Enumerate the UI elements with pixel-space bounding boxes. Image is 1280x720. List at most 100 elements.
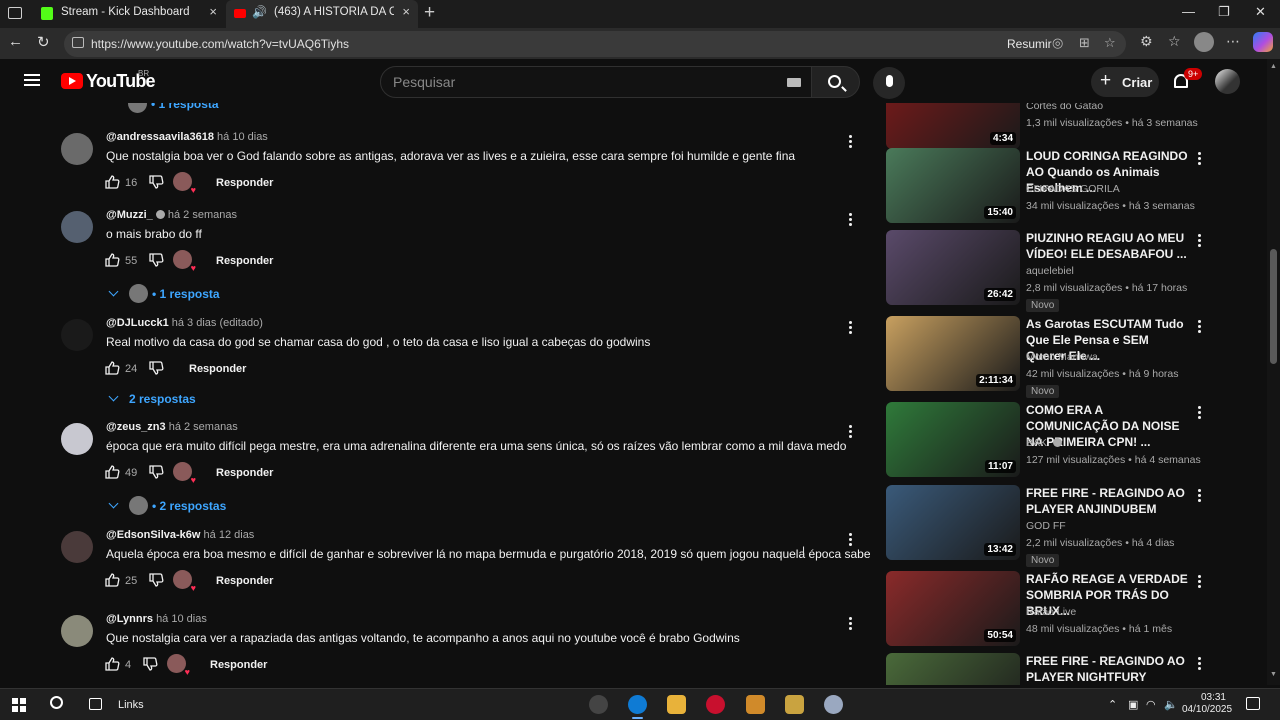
start-icon[interactable] (12, 698, 26, 712)
video-thumbnail[interactable]: 50:54 (886, 571, 1020, 646)
reply-button[interactable]: Responder (216, 575, 273, 587)
video-menu-icon[interactable] (1198, 489, 1201, 504)
comment-menu-icon[interactable] (845, 135, 855, 150)
dislike-icon[interactable] (148, 464, 164, 480)
video-title[interactable]: FREE FIRE - REAGINDO AO PLAYER ANJINDUBE… (1026, 485, 1191, 517)
tab-youtube-video[interactable]: 🔊 (463) A HISTORIA DA CASA D × (226, 0, 418, 28)
comment-menu-icon[interactable] (845, 425, 855, 440)
channel-name[interactable]: Momo Manhwa (1026, 351, 1098, 363)
video-thumbnail[interactable]: 11:07 (886, 402, 1020, 477)
channel-name[interactable]: Cortes do Gatão (1026, 103, 1103, 112)
close-tab-icon[interactable]: × (209, 4, 217, 19)
tab-actions-icon[interactable] (8, 7, 22, 19)
channel-name[interactable]: aquelebiel (1026, 265, 1074, 277)
dislike-icon[interactable] (148, 174, 164, 190)
minimize-icon[interactable]: — (1182, 4, 1195, 19)
comment-time[interactable]: há 10 dias (156, 613, 207, 625)
commenter-avatar[interactable] (61, 133, 93, 165)
recommended-video[interactable]: 4:34 Cortes do Gatão 1,3 mil visualizações… (884, 103, 1214, 150)
comment-author[interactable]: @andressaavila3618 (106, 131, 214, 143)
url-text[interactable]: https://www.youtube.com/watch?v=tvUAQ6Ti… (91, 37, 349, 51)
recommended-video[interactable]: 13:42 FREE FIRE - REAGINDO AO PLAYER ANJI… (884, 485, 1214, 567)
channel-name[interactable]: CLIPADAS GORILA (1026, 183, 1120, 195)
commenter-avatar[interactable] (61, 531, 93, 563)
recommended-video[interactable]: 26:42 PIUZINHO REAGIU AO MEU VÍDEO! ELE D… (884, 230, 1214, 312)
like-icon[interactable] (104, 174, 120, 190)
account-avatar[interactable] (1215, 69, 1240, 94)
dislike-icon[interactable] (148, 572, 164, 588)
scrollbar-thumb[interactable] (1270, 249, 1277, 364)
search-input[interactable]: Pesquisar (380, 66, 812, 98)
video-menu-icon[interactable] (1198, 406, 1201, 421)
system-clock[interactable]: 03:31 04/10/2025 (1182, 692, 1232, 716)
video-thumbnail[interactable]: 15:40 (886, 148, 1020, 223)
video-title[interactable]: FREE FIRE - REAGINDO AO PLAYER NIGHTFURY (1026, 653, 1191, 685)
task-view-icon[interactable] (89, 698, 102, 710)
reply-button[interactable]: Responder (216, 255, 273, 267)
back-icon[interactable]: ← (8, 33, 23, 50)
links-toolbar[interactable]: Links (118, 699, 144, 711)
recommended-video[interactable]: 2:11:34 As Garotas ESCUTAM Tudo Que Ele P… (884, 316, 1214, 398)
favorites-icon[interactable]: ☆ (1168, 33, 1181, 50)
like-icon[interactable] (104, 252, 120, 268)
like-icon[interactable] (104, 464, 120, 480)
comment-time[interactable]: há 2 semanas (169, 421, 238, 433)
network-icon[interactable]: ▣ (1128, 698, 1138, 711)
comment-author[interactable]: @EdsonSilva-k6w (106, 529, 200, 541)
replies-toggle[interactable]: 2 respostas (108, 391, 196, 406)
reply-button[interactable]: Responder (210, 659, 267, 671)
tab-kick-dashboard[interactable]: Stream - Kick Dashboard × (33, 0, 225, 28)
audio-playing-icon[interactable]: 🔊 (252, 5, 267, 19)
comment-time[interactable]: há 10 dias (217, 131, 268, 143)
search-button[interactable] (811, 66, 860, 98)
commenter-avatar[interactable] (61, 423, 93, 455)
video-thumbnail[interactable]: 13:42 (886, 485, 1020, 560)
notification-center-icon[interactable] (1246, 697, 1260, 710)
reply-button[interactable]: Responder (216, 467, 273, 479)
address-bar[interactable]: https://www.youtube.com/watch?v=tvUAQ6Ti… (64, 31, 1126, 57)
close-tab-icon[interactable]: × (402, 4, 410, 19)
copilot-summary-icon[interactable]: ◎ (1052, 35, 1063, 51)
voice-search-button[interactable] (873, 67, 905, 99)
recommended-video[interactable]: 50:54 RAFÃO REAGE A VERDADE SOMBRIA POR T… (884, 571, 1214, 647)
youtube-logo-icon[interactable] (61, 73, 83, 89)
launcher-app-icon[interactable] (785, 695, 804, 714)
dislike-icon[interactable] (148, 252, 164, 268)
wifi-icon[interactable]: ◠ (1146, 698, 1156, 711)
channel-name[interactable]: BAK (1026, 437, 1062, 449)
commenter-avatar[interactable] (61, 211, 93, 243)
video-menu-icon[interactable] (1198, 320, 1201, 335)
opera-app-icon[interactable] (706, 695, 725, 714)
comment-author[interactable]: @zeus_zn3 (106, 421, 166, 433)
restore-icon[interactable]: ❐ (1218, 4, 1230, 20)
recommended-video[interactable]: 11:07 COMO ERA A COMUNICAÇÃO DA NOISE NA … (884, 402, 1214, 478)
like-icon[interactable] (104, 572, 120, 588)
favorite-star-icon[interactable]: ☆ (1104, 35, 1116, 51)
channel-name[interactable]: GOD FF (1026, 520, 1066, 532)
video-thumbnail[interactable]: 26:42 (886, 230, 1020, 305)
comment-menu-icon[interactable] (845, 533, 855, 548)
video-thumbnail[interactable]: 2:11:34 (886, 316, 1020, 391)
scroll-down-icon[interactable]: ▼ (1270, 671, 1277, 678)
replies-toggle[interactable]: • 1 resposta (128, 103, 219, 113)
obs-app-icon[interactable] (589, 695, 608, 714)
like-icon[interactable] (104, 656, 120, 672)
comment-time[interactable]: há 3 dias (editado) (172, 317, 263, 329)
comment-menu-icon[interactable] (845, 617, 855, 632)
video-menu-icon[interactable] (1198, 657, 1201, 672)
edge-app-icon[interactable] (628, 695, 647, 719)
video-menu-icon[interactable] (1198, 575, 1201, 590)
copilot-icon[interactable] (1253, 32, 1273, 52)
keyboard-icon[interactable] (787, 78, 801, 87)
like-icon[interactable] (104, 360, 120, 376)
file-explorer-icon[interactable] (667, 695, 686, 714)
dislike-icon[interactable] (148, 360, 164, 376)
create-button[interactable]: + Criar (1091, 67, 1159, 97)
comment-menu-icon[interactable] (845, 321, 855, 336)
game-app-icon[interactable] (746, 695, 765, 714)
video-menu-icon[interactable] (1198, 234, 1201, 249)
volume-icon[interactable]: 🔈 (1164, 698, 1178, 711)
comment-time[interactable]: há 12 dias (204, 529, 255, 541)
video-thumbnail[interactable] (886, 653, 1020, 685)
scroll-up-icon[interactable]: ▲ (1270, 63, 1277, 70)
